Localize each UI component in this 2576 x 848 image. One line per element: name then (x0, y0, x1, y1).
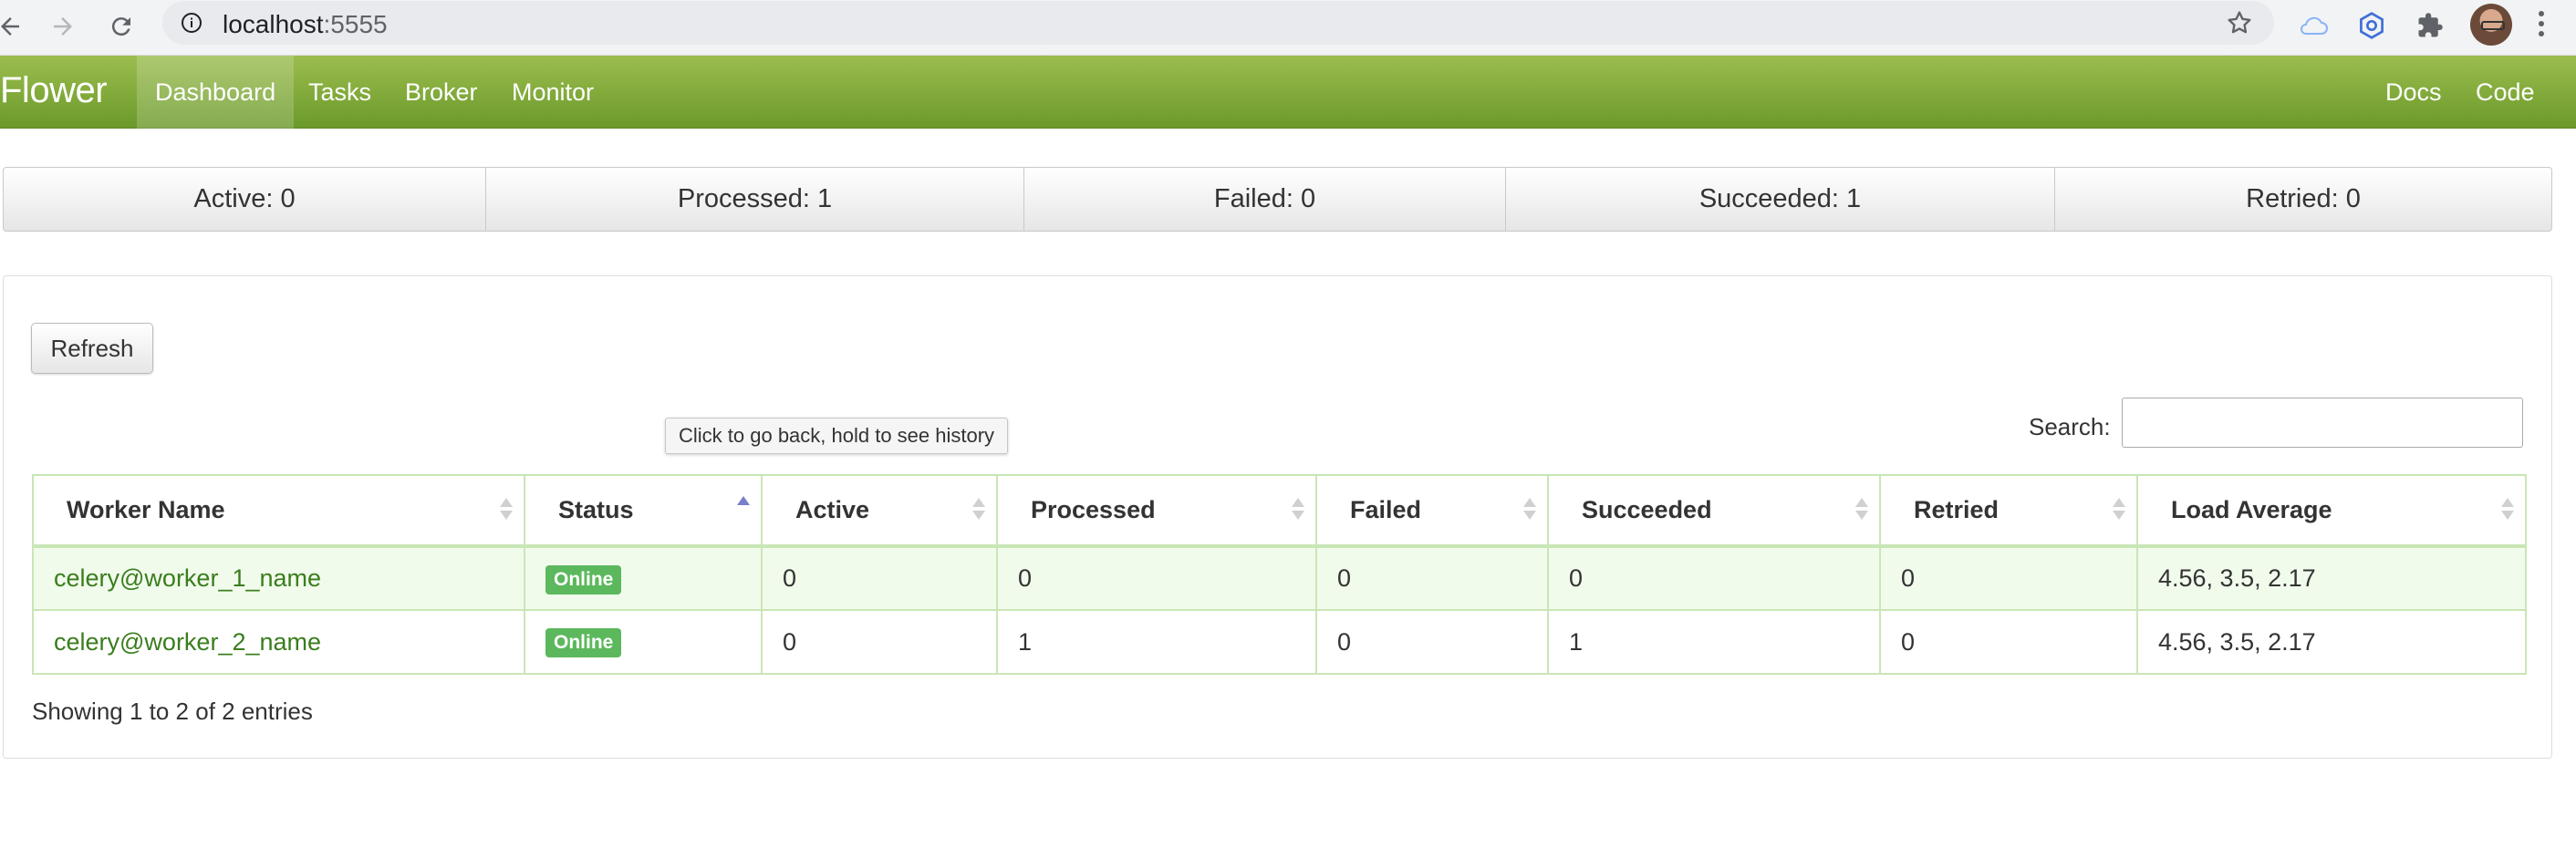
puzzle-extensions-icon[interactable] (2410, 5, 2450, 46)
arrow-right-icon (54, 17, 72, 36)
worker-name-cell: celery@worker_2_name (32, 610, 525, 675)
chrome-menu-icon[interactable] (2536, 7, 2547, 44)
sort-both-icon (1292, 498, 1304, 525)
load-average-cell: 4.56, 3.5, 2.17 (2136, 546, 2527, 611)
status-cell: Online (524, 546, 763, 611)
profile-avatar[interactable] (2470, 4, 2512, 46)
nav-docs[interactable]: Docs (2367, 56, 2460, 129)
reload-icon (111, 17, 130, 36)
brand-logo[interactable]: Flower (0, 70, 108, 111)
stats-bar: Active: 0 Processed: 1 Failed: 0 Succeed… (3, 167, 2552, 232)
info-icon[interactable] (181, 12, 203, 34)
column-header-load-average[interactable]: Load Average (2136, 474, 2527, 548)
worker-name-cell: celery@worker_1_name (32, 546, 525, 611)
load-average-cell: 4.56, 3.5, 2.17 (2136, 610, 2527, 675)
succeeded-cell: 1 (1547, 610, 1881, 675)
processed-cell: 0 (996, 546, 1317, 611)
stat-active[interactable]: Active: 0 (4, 168, 486, 231)
url-host: localhost (223, 10, 324, 38)
refresh-button[interactable]: Refresh (31, 323, 153, 374)
status-badge: Online (545, 628, 622, 657)
cloud-extension-icon[interactable] (2293, 5, 2333, 46)
nav-dashboard[interactable]: Dashboard (137, 56, 295, 129)
failed-cell: 0 (1315, 610, 1549, 675)
column-header-processed[interactable]: Processed (996, 474, 1317, 548)
nav-code[interactable]: Code (2457, 56, 2553, 129)
column-header-succeeded[interactable]: Succeeded (1547, 474, 1881, 548)
back-button[interactable] (0, 4, 33, 49)
status-cell: Online (524, 610, 763, 675)
browser-toolbar: localhost:5555 (0, 0, 2576, 56)
stat-retried[interactable]: Retried: 0 (2055, 168, 2551, 231)
sort-both-icon (500, 498, 513, 525)
url-text: localhost:5555 (223, 10, 388, 39)
status-badge: Online (545, 564, 622, 595)
flower-navbar: Flower Dashboard Tasks Broker Monitor Do… (0, 56, 2576, 129)
nav-monitor[interactable]: Monitor (493, 56, 612, 129)
column-header-label: Succeeded (1582, 496, 1712, 523)
column-header-label: Retried (1914, 496, 2000, 523)
failed-cell: 0 (1315, 546, 1549, 611)
active-cell: 0 (761, 546, 998, 611)
sort-asc-icon (737, 496, 750, 523)
column-header-label: Status (558, 496, 634, 523)
table-row: celery@worker_1_name Online 0 0 0 0 0 4.… (32, 546, 2527, 611)
sort-both-icon (1523, 498, 1536, 525)
stat-failed[interactable]: Failed: 0 (1024, 168, 1506, 231)
reload-button[interactable] (99, 4, 144, 49)
address-bar[interactable]: localhost:5555 (162, 1, 2274, 45)
arrow-left-icon (1, 17, 19, 36)
workers-panel: Refresh Click to go back, hold to see hi… (3, 275, 2552, 759)
back-button-tooltip: Click to go back, hold to see history (665, 418, 1009, 454)
sort-both-icon (2501, 498, 2514, 525)
column-header-label: Worker Name (67, 496, 225, 523)
retried-cell: 0 (1879, 546, 2138, 611)
table-header-row: Worker Name Status Active Processed Fail… (32, 474, 2527, 548)
worker-link[interactable]: celery@worker_1_name (54, 564, 321, 592)
workers-table: Worker Name Status Active Processed Fail… (32, 474, 2527, 675)
retried-cell: 0 (1879, 610, 2138, 675)
column-header-label: Failed (1350, 496, 1422, 523)
processed-cell: 1 (996, 610, 1317, 675)
column-header-label: Processed (1031, 496, 1156, 523)
worker-link[interactable]: celery@worker_2_name (54, 628, 321, 656)
url-port: :5555 (323, 10, 388, 38)
search-input[interactable] (2122, 398, 2523, 448)
sort-both-icon (2113, 498, 2125, 525)
stat-succeeded[interactable]: Succeeded: 1 (1506, 168, 2055, 231)
column-header-label: Load Average (2171, 496, 2332, 523)
search-label: Search: (2029, 413, 2111, 440)
table-info: Showing 1 to 2 of 2 entries (32, 698, 313, 725)
stat-processed[interactable]: Processed: 1 (486, 168, 1024, 231)
column-header-active[interactable]: Active (761, 474, 998, 548)
table-row: celery@worker_2_name Online 0 1 0 1 0 4.… (32, 610, 2527, 675)
nav-tasks[interactable]: Tasks (290, 56, 390, 129)
active-cell: 0 (761, 610, 998, 675)
hexagon-extension-icon[interactable] (2352, 5, 2392, 46)
column-header-status[interactable]: Status (524, 474, 763, 548)
bookmark-star-icon[interactable] (2225, 8, 2254, 37)
column-header-retried[interactable]: Retried (1879, 474, 2138, 548)
sort-both-icon (1855, 498, 1868, 525)
forward-button[interactable] (40, 4, 86, 49)
column-header-label: Active (795, 496, 870, 523)
column-header-worker-name[interactable]: Worker Name (32, 474, 525, 548)
sort-both-icon (972, 498, 985, 525)
succeeded-cell: 0 (1547, 546, 1881, 611)
nav-broker[interactable]: Broker (387, 56, 496, 129)
column-header-failed[interactable]: Failed (1315, 474, 1549, 548)
